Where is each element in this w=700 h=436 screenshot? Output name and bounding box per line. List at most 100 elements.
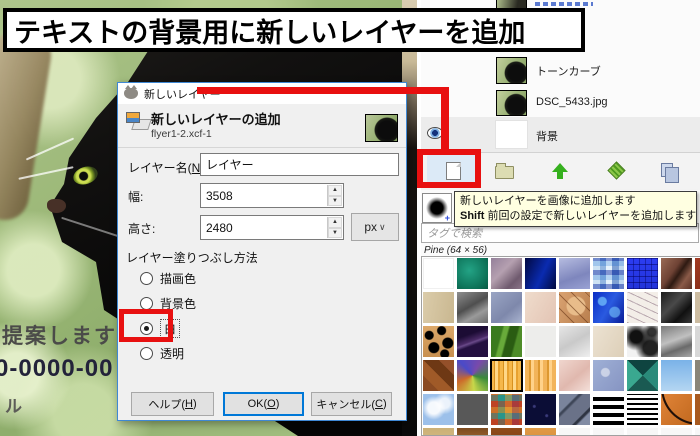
height-input[interactable]: 2480 ▲ ▼ [200, 215, 344, 240]
layer-thumbnail [496, 90, 527, 116]
radio-icon-selected[interactable] [140, 321, 153, 335]
pattern-swatch[interactable] [559, 326, 590, 357]
pattern-swatch[interactable] [457, 292, 488, 323]
pattern-swatch[interactable] [559, 394, 590, 425]
radio-icon[interactable] [140, 346, 153, 360]
pattern-swatch [593, 428, 624, 435]
pattern-swatch[interactable] [559, 292, 590, 323]
ok-button[interactable]: OK(O) [223, 392, 304, 416]
new-layer-group-icon[interactable] [495, 163, 514, 179]
pattern-swatch[interactable] [661, 258, 692, 289]
pattern-swatch[interactable] [525, 360, 556, 391]
visibility-eye-icon[interactable] [427, 127, 443, 139]
pattern-swatch[interactable] [593, 326, 624, 357]
layer-thumbnail [495, 120, 528, 149]
width-input[interactable]: 3508 ▲ ▼ [200, 183, 344, 208]
pattern-swatch[interactable] [695, 360, 700, 391]
layer-row-background[interactable]: 背景 [421, 117, 700, 152]
layer-name: 背景 [536, 131, 558, 143]
pattern-swatch[interactable] [491, 428, 522, 435]
layer-row-photo[interactable]: DSC_5433.jpg [421, 88, 700, 118]
pattern-swatch-selected[interactable] [490, 359, 523, 392]
layers-toolbar [421, 152, 700, 190]
brush-preview[interactable]: + [422, 193, 452, 223]
radio-icon[interactable] [140, 271, 153, 285]
pattern-swatch[interactable] [423, 428, 454, 435]
pattern-swatch[interactable] [559, 360, 590, 391]
pattern-swatch[interactable] [525, 428, 556, 435]
screenshot-root: 提案します 0-0000-00 ル テキストの背景用に新しいレイヤーを追加 トー… [0, 0, 700, 436]
pattern-swatch[interactable] [695, 326, 700, 357]
pattern-swatch[interactable] [627, 258, 658, 289]
pattern-swatch [695, 428, 700, 435]
flyer-text-line3: ル [5, 397, 22, 416]
pattern-swatch[interactable] [457, 394, 488, 425]
new-layer-dialog: 新しいレイヤー 新しいレイヤーの追加 flyer1-2.xcf-1 レイヤー名(… [117, 82, 407, 421]
pattern-swatch[interactable] [491, 326, 522, 357]
pattern-swatch[interactable] [627, 360, 658, 391]
spin-down-icon: ▼ [328, 227, 342, 238]
fill-option-white[interactable]: 白 [140, 318, 181, 338]
pattern-swatch[interactable] [423, 292, 454, 323]
cat-nose [47, 199, 66, 213]
layer-row-tonecurve[interactable]: トーンカーブ [421, 54, 700, 88]
pattern-swatch[interactable] [423, 326, 454, 357]
tooltip-line1: 新しいレイヤーを画像に追加します [460, 195, 636, 207]
pattern-swatch[interactable] [457, 326, 488, 357]
pattern-swatch[interactable] [627, 394, 658, 425]
pattern-swatch[interactable] [423, 360, 454, 391]
dialog-titlebar[interactable]: 新しいレイヤー [118, 83, 406, 104]
pattern-swatch[interactable] [491, 258, 522, 289]
pattern-grid [421, 256, 700, 436]
pattern-swatch[interactable] [491, 292, 522, 323]
cancel-button[interactable]: キャンセル(C) [311, 392, 392, 416]
pattern-swatch[interactable] [593, 394, 624, 425]
pattern-swatch[interactable] [661, 326, 692, 357]
pattern-swatch[interactable] [695, 292, 700, 323]
pattern-swatch[interactable] [559, 258, 590, 289]
pattern-swatch[interactable] [593, 360, 624, 391]
pattern-swatch[interactable] [525, 394, 556, 425]
pattern-swatch[interactable] [695, 258, 700, 289]
pattern-swatch[interactable] [627, 292, 658, 323]
chevron-down-icon: ∨ [379, 221, 386, 232]
pattern-swatch [559, 428, 590, 435]
pattern-name-label: Pine (64 × 56) [424, 245, 488, 256]
pattern-swatch[interactable] [593, 258, 624, 289]
pattern-swatch[interactable] [661, 292, 692, 323]
search-placeholder: タグで検索 [427, 228, 482, 240]
duplicate-layer-icon[interactable] [661, 163, 679, 183]
height-spinner[interactable]: ▲ ▼ [327, 217, 342, 238]
pattern-swatch[interactable] [525, 258, 556, 289]
unit-dropdown[interactable]: px ∨ [351, 213, 399, 241]
pattern-swatch[interactable] [423, 394, 454, 425]
pattern-swatch[interactable] [525, 326, 556, 357]
layer-row-partial[interactable] [421, 0, 700, 8]
pattern-swatch[interactable] [627, 326, 658, 357]
pattern-swatch[interactable] [661, 360, 692, 391]
pattern-swatch[interactable] [457, 258, 488, 289]
anchor-layer-icon[interactable] [607, 161, 626, 180]
pattern-swatch[interactable] [457, 360, 488, 391]
width-spinner[interactable]: ▲ ▼ [327, 185, 342, 206]
fill-option-foreground[interactable]: 描画色 [140, 269, 196, 287]
flyer-text-line1: 提案します [2, 325, 117, 348]
pattern-swatch[interactable] [661, 394, 692, 425]
spin-down-icon: ▼ [328, 195, 342, 206]
layer-thumbnail [496, 0, 527, 8]
fill-option-background[interactable]: 背景色 [140, 294, 196, 312]
pattern-swatch[interactable] [457, 428, 488, 435]
layer-name-input[interactable]: レイヤー [200, 153, 399, 176]
pattern-swatch[interactable] [423, 258, 454, 289]
pattern-swatch[interactable] [491, 394, 522, 425]
fill-option-transparent[interactable]: 透明 [140, 344, 184, 362]
pattern-swatch[interactable] [695, 394, 700, 425]
new-layer-tooltip: 新しいレイヤーを画像に追加します Shift 前回の設定で新しいレイヤーを追加し… [454, 191, 697, 227]
pattern-swatch[interactable] [525, 292, 556, 323]
dialog-subtitle: flyer1-2.xcf-1 [151, 128, 212, 140]
raise-layer-icon[interactable] [552, 163, 568, 181]
help-button[interactable]: ヘルプ(H) [131, 392, 214, 416]
pattern-swatch[interactable] [593, 292, 624, 323]
radio-icon[interactable] [140, 296, 153, 310]
new-layer-icon[interactable] [446, 162, 461, 180]
